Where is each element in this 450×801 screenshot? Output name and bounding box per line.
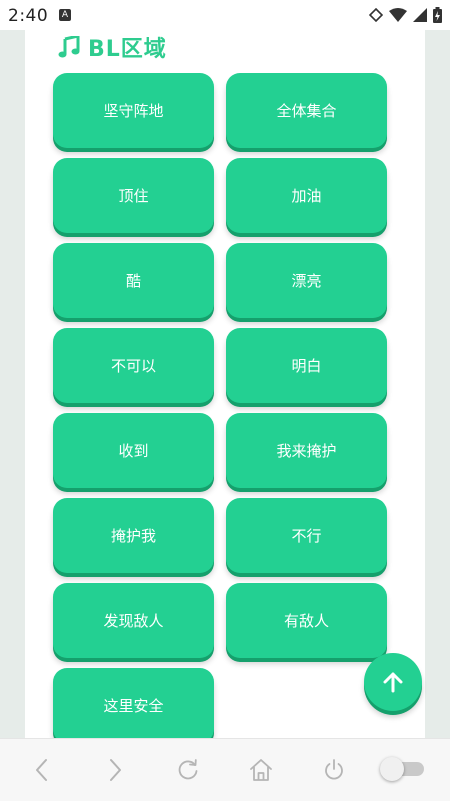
- home-button[interactable]: [246, 755, 276, 785]
- scroll-to-top-button[interactable]: [364, 653, 422, 711]
- wifi-icon: [389, 8, 407, 22]
- voice-button[interactable]: 加油: [226, 158, 387, 233]
- voice-button[interactable]: 酷: [53, 243, 214, 318]
- section-header: BL区域: [58, 32, 167, 62]
- voice-button[interactable]: 有敌人: [226, 583, 387, 658]
- section-title: BL区域: [88, 37, 167, 62]
- main-content[interactable]: BL区域 坚守阵地 全体集合 顶住 加油 酷 漂亮 不可以 明白 收到 我来掩护…: [25, 30, 425, 738]
- refresh-button[interactable]: [173, 755, 203, 785]
- forward-icon: [110, 759, 121, 781]
- status-bar: 2:40 A: [0, 0, 450, 30]
- voice-button[interactable]: 掩护我: [53, 498, 214, 573]
- voice-button[interactable]: 发现敌人: [53, 583, 214, 658]
- toggle-knob: [380, 757, 404, 781]
- voice-button[interactable]: 漂亮: [226, 243, 387, 318]
- voice-button[interactable]: 不行: [226, 498, 387, 573]
- music-note-icon: [58, 36, 80, 58]
- back-icon: [36, 759, 47, 781]
- voice-button[interactable]: 全体集合: [226, 73, 387, 148]
- voice-button[interactable]: 明白: [226, 328, 387, 403]
- arrow-up-icon: [383, 672, 403, 693]
- voice-button[interactable]: 这里安全: [53, 668, 214, 738]
- status-icons: [369, 7, 442, 23]
- voice-button[interactable]: 收到: [53, 413, 214, 488]
- voice-button[interactable]: 我来掩护: [226, 413, 387, 488]
- power-icon: [325, 759, 343, 780]
- power-button[interactable]: [319, 755, 349, 785]
- voice-button[interactable]: 坚守阵地: [53, 73, 214, 148]
- home-icon: [250, 759, 272, 781]
- bottom-bar: [0, 738, 450, 801]
- voice-button[interactable]: 不可以: [53, 328, 214, 403]
- cell-signal-icon: [413, 8, 427, 22]
- back-button[interactable]: [27, 755, 57, 785]
- battery-charging-icon: [433, 7, 442, 23]
- voice-button[interactable]: 顶住: [53, 158, 214, 233]
- notification-icon: A: [59, 9, 71, 21]
- signal-diamond-icon: [369, 8, 383, 22]
- refresh-icon: [178, 759, 198, 780]
- forward-button[interactable]: [100, 755, 130, 785]
- toggle-switch[interactable]: [380, 757, 424, 781]
- status-time: 2:40: [8, 6, 49, 26]
